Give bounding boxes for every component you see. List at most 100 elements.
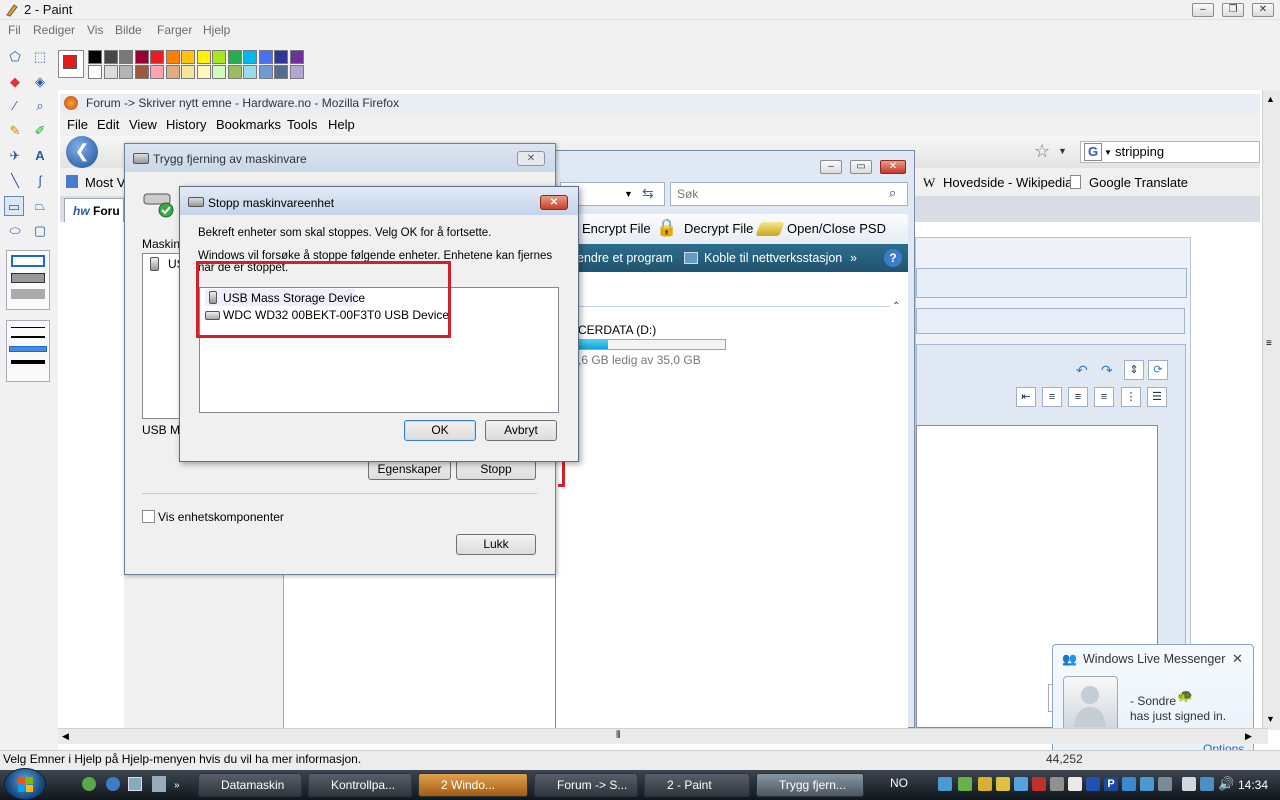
tray-p-icon[interactable]: P (1104, 777, 1118, 791)
quicklaunch-desktop-icon[interactable] (128, 777, 142, 791)
fill-style-options[interactable] (6, 250, 50, 310)
open-close-psd-button[interactable]: Open/Close PSD (787, 221, 886, 236)
map-network-drive-button[interactable]: Koble til nettverksstasjon (704, 251, 842, 265)
palette-swatch[interactable] (165, 50, 180, 64)
ff-menu-view[interactable]: View (129, 117, 157, 132)
scroll-down-icon[interactable]: ▼ (1266, 714, 1275, 724)
task-windows-group[interactable]: 2 Windo... (418, 773, 528, 797)
pencil-icon[interactable]: ✎ (5, 121, 25, 141)
quicklaunch-switch-icon[interactable] (152, 776, 166, 792)
bullet-list-icon[interactable]: ☰ (1147, 387, 1167, 407)
rounded-rect-tool-icon[interactable]: ▢ (30, 221, 50, 241)
collapse-chevron-icon[interactable]: ⌃ (892, 301, 900, 312)
palette-swatch[interactable] (181, 50, 195, 64)
tray-mouse-icon[interactable] (1068, 777, 1082, 791)
tray-power-icon[interactable] (1182, 777, 1196, 791)
menu-bilde[interactable]: Bilde (115, 23, 142, 37)
ff-tab-forum[interactable]: hw Foru (64, 198, 124, 222)
palette-swatch[interactable] (274, 65, 288, 79)
eraser-icon[interactable]: ◆ (5, 72, 25, 92)
decrypt-file-button[interactable]: Decrypt File (684, 221, 753, 236)
tray-display-icon[interactable] (1014, 777, 1028, 791)
quicklaunch-browser-icon[interactable] (106, 777, 120, 791)
task-firefox-forum[interactable]: Forum -> S... (534, 773, 638, 797)
menu-vis[interactable]: Vis (87, 23, 103, 37)
text-tool-icon[interactable]: A (30, 146, 50, 166)
polygon-tool-icon[interactable]: ⏢ (30, 196, 50, 216)
dropdown-arrow-icon[interactable]: ▼ (1058, 146, 1067, 156)
align-center-icon[interactable]: ≡ (1068, 387, 1088, 407)
tray-media-icon[interactable] (1086, 777, 1100, 791)
explorer-search-input[interactable] (670, 182, 908, 206)
palette-swatch[interactable] (274, 50, 288, 64)
palette-swatch[interactable] (212, 50, 226, 64)
scroll-up-icon[interactable]: ▲ (1266, 94, 1275, 104)
palette-swatch[interactable] (134, 65, 149, 79)
palette-swatch[interactable] (196, 65, 211, 79)
start-button[interactable] (4, 768, 46, 800)
explorer-minimize-button[interactable]: – (820, 160, 842, 174)
ok-button[interactable]: OK (404, 420, 476, 441)
palette-swatch[interactable] (134, 50, 149, 64)
search-icon[interactable]: ⌕ (889, 185, 896, 201)
tray-antivirus-icon[interactable] (1032, 777, 1046, 791)
search-engine-dropdown-icon[interactable]: ▼ (1104, 148, 1112, 157)
bookmark-google-translate[interactable]: Google Translate (1089, 175, 1188, 190)
outdent-icon[interactable]: ⇤ (1016, 387, 1036, 407)
tray-messenger-icon[interactable] (958, 777, 972, 791)
task-datamaskin[interactable]: Datamaskin (198, 773, 302, 797)
language-indicator[interactable]: NO (890, 776, 908, 790)
paint-horizontal-scrollbar[interactable] (58, 728, 1268, 744)
palette-swatch[interactable] (88, 50, 102, 64)
align-left-icon[interactable]: ≡ (1042, 387, 1062, 407)
tray-network-icon[interactable] (938, 777, 952, 791)
menu-fil[interactable]: Fil (8, 23, 21, 37)
refresh-arrows-icon[interactable]: ⇆ (642, 185, 654, 202)
close-dialog-button[interactable]: Lukk (456, 534, 536, 555)
messenger-close-icon[interactable]: ✕ (1232, 651, 1243, 667)
task-safely-remove[interactable]: Trygg fjern... (756, 773, 864, 797)
forum-description-field[interactable] (916, 308, 1185, 334)
forum-subject-field[interactable] (916, 268, 1187, 298)
stop-hardware-close-button[interactable]: ✕ (540, 195, 568, 210)
align-right-icon[interactable]: ≡ (1094, 387, 1114, 407)
paint-vertical-scrollbar[interactable] (1262, 90, 1280, 730)
tray-usb-icon[interactable] (978, 777, 992, 791)
clock[interactable]: 14:34 (1238, 778, 1268, 792)
stop-button[interactable]: Stopp (456, 459, 536, 480)
encrypt-file-button[interactable]: Encrypt File (582, 221, 651, 236)
refresh-icon[interactable]: ⟳ (1148, 360, 1168, 380)
color-picker-icon[interactable]: ⁄ (5, 96, 25, 116)
explorer-maximize-button[interactable]: ▭ (850, 160, 872, 174)
palette-swatch[interactable] (103, 50, 118, 64)
resize-icon[interactable]: ⇕ (1124, 360, 1144, 380)
palette-swatch[interactable] (243, 50, 257, 64)
palette-swatch[interactable] (289, 65, 304, 79)
star-icon[interactable]: ☆ (1034, 141, 1050, 162)
magnifier-icon[interactable]: ⌕ (30, 96, 50, 116)
airbrush-icon[interactable]: ✈ (5, 146, 25, 166)
back-arrow-icon[interactable]: ❮ (66, 136, 98, 168)
ff-menu-history[interactable]: History (166, 117, 206, 132)
cancel-button[interactable]: Avbryt (485, 420, 557, 441)
brush-icon[interactable]: ✐ (30, 121, 50, 141)
tray-hw-icon[interactable] (1158, 777, 1172, 791)
help-icon[interactable]: ? (884, 249, 902, 267)
palette-swatch[interactable] (150, 50, 164, 64)
line-width-options[interactable] (6, 320, 50, 382)
ff-menu-edit[interactable]: Edit (97, 117, 119, 132)
tray-wifi-icon[interactable] (1200, 777, 1214, 791)
google-icon[interactable]: G (1084, 143, 1102, 161)
more-commands-button[interactable]: » (850, 251, 857, 265)
palette-swatch[interactable] (119, 65, 133, 79)
palette-swatch[interactable] (196, 50, 211, 64)
palette-swatch[interactable] (103, 65, 118, 79)
palette-swatch[interactable] (243, 65, 257, 79)
menu-farger[interactable]: Farger (157, 23, 192, 37)
ff-menu-bookmarks[interactable]: Bookmarks (216, 117, 281, 132)
scroll-right-icon[interactable]: ▶ (1245, 731, 1252, 742)
scroll-grip-icon[interactable]: ≡ (1266, 338, 1272, 349)
bookmark-wikipedia[interactable]: Hovedside - Wikipedia (943, 175, 1072, 190)
rect-select-icon[interactable]: ⬚ (30, 47, 50, 67)
quicklaunch-messenger-icon[interactable] (82, 777, 96, 791)
